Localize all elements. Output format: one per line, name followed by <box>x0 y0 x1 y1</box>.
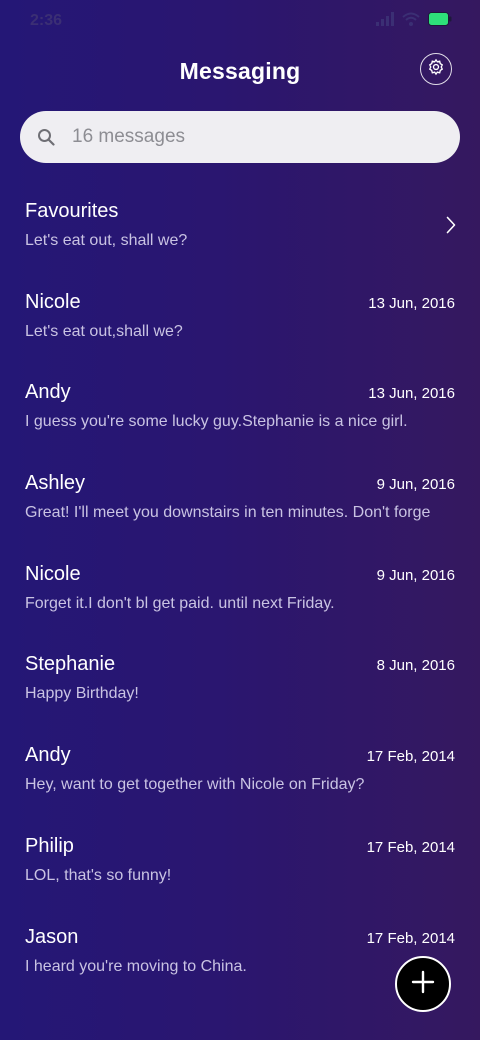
list-item[interactable]: Stephanie 8 Jun, 2016 Happy Birthday! <box>0 636 480 727</box>
status-time: 2:36 <box>30 12 63 29</box>
sender-name: Andy <box>25 744 71 767</box>
sender-name: Andy <box>25 381 71 404</box>
signal-icon <box>376 12 394 26</box>
message-preview: Forget it.I don't bl get paid. until nex… <box>25 594 335 612</box>
message-date: 13 Jun, 2016 <box>368 385 455 403</box>
message-preview: Great! I'll meet you downstairs in ten m… <box>25 504 431 522</box>
message-preview: LOL, that's so funny! <box>25 866 172 884</box>
message-date: 17 Feb, 2014 <box>366 929 455 947</box>
list-item[interactable]: Nicole 9 Jun, 2016 Forget it.I don't bl … <box>0 546 480 637</box>
sender-name: Philip <box>25 834 74 857</box>
status-bar: 2:36 <box>0 0 480 44</box>
favourites-preview: Let's eat out, shall we? <box>25 232 188 249</box>
gear-icon <box>427 58 445 81</box>
list-item[interactable]: Andy 17 Feb, 2014 Hey, want to get toget… <box>0 727 480 818</box>
chevron-right-icon <box>446 216 456 239</box>
plus-icon <box>411 970 435 999</box>
message-list: Favourites Let's eat out, shall we? Nico… <box>0 183 480 999</box>
battery-icon <box>428 12 452 26</box>
sender-name: Stephanie <box>25 653 116 676</box>
settings-button[interactable] <box>420 53 452 85</box>
list-item[interactable]: Nicole 13 Jun, 2016 Let's eat out,shall … <box>0 274 480 365</box>
message-preview: I guess you're some lucky guy.Stephanie … <box>25 413 408 431</box>
message-preview: Let's eat out,shall we? <box>25 322 183 340</box>
message-preview: Happy Birthday! <box>25 685 139 703</box>
compose-button[interactable] <box>395 956 451 1012</box>
message-date: 9 Jun, 2016 <box>376 566 455 584</box>
message-date: 13 Jun, 2016 <box>368 294 455 312</box>
sender-name: Nicole <box>25 562 81 585</box>
page-title: Messaging <box>179 58 301 84</box>
sender-name: Jason <box>25 925 79 948</box>
status-icons <box>376 12 452 26</box>
list-item[interactable]: Andy 13 Jun, 2016 I guess you're some lu… <box>0 364 480 455</box>
header: Messaging <box>0 50 480 94</box>
message-preview: I heard you're moving to China. <box>25 957 247 975</box>
search-bar[interactable] <box>20 111 460 163</box>
search-icon <box>37 128 55 151</box>
favourites-label: Favourites <box>25 200 119 222</box>
sender-name: Nicole <box>25 290 81 313</box>
message-date: 9 Jun, 2016 <box>376 476 455 494</box>
message-date: 17 Feb, 2014 <box>366 748 455 766</box>
sender-name: Ashley <box>25 472 86 495</box>
message-preview: Hey, want to get together with Nicole on… <box>25 776 365 794</box>
list-item[interactable]: Ashley 9 Jun, 2016 Great! I'll meet you … <box>0 455 480 546</box>
message-date: 17 Feb, 2014 <box>366 838 455 856</box>
search-input[interactable] <box>72 111 432 163</box>
wifi-icon <box>402 12 420 26</box>
list-item[interactable]: Philip 17 Feb, 2014 LOL, that's so funny… <box>0 818 480 909</box>
favourites-item[interactable]: Favourites Let's eat out, shall we? <box>0 183 480 274</box>
message-date: 8 Jun, 2016 <box>376 657 455 675</box>
